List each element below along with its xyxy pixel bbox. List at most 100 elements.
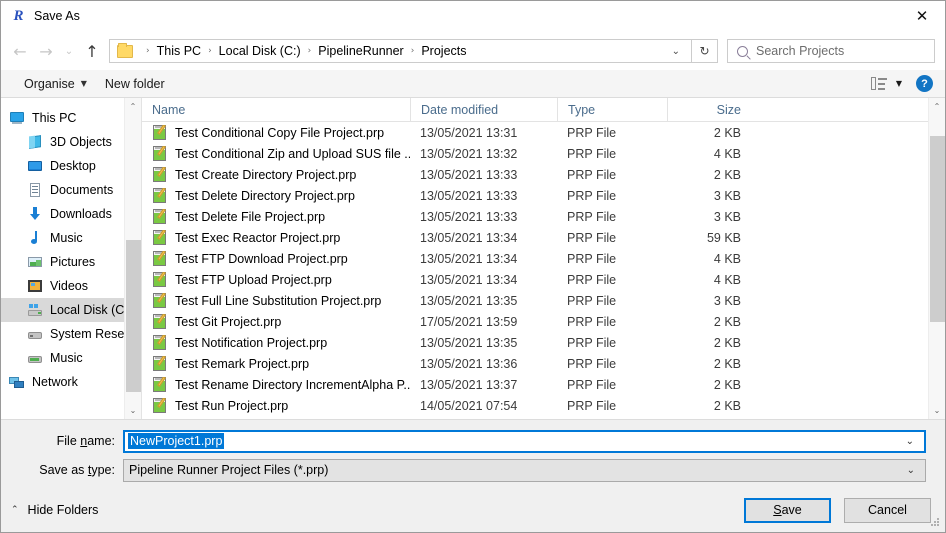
hide-folders-button[interactable]: ⌃ Hide Folders xyxy=(11,503,98,517)
sidebar-scrollbar-thumb[interactable] xyxy=(126,240,141,392)
file-list-scrollbar-thumb[interactable] xyxy=(930,136,945,322)
scroll-up-icon[interactable]: ⌃ xyxy=(125,98,141,115)
forward-button[interactable]: → xyxy=(33,38,59,64)
file-size-cell: 4 KB xyxy=(713,272,741,287)
table-row[interactable]: Test Run Project.prp 14/05/2021 07:54 PRP … xyxy=(142,395,945,416)
table-row[interactable]: Test FTP Upload Project.prp 13/05/2021 13… xyxy=(142,269,945,290)
scroll-down-icon[interactable]: ⌄ xyxy=(125,402,141,419)
table-row[interactable]: Test Remark Project.prp 13/05/2021 13:36 P… xyxy=(142,353,945,374)
file-name-input[interactable]: NewProject1.prp ⌄ xyxy=(123,429,926,453)
table-row[interactable]: Test Exec Reactor Project.prp 13/05/2021 … xyxy=(142,227,945,248)
sidebar-scrollbar[interactable]: ⌃ ⌄ xyxy=(124,98,141,419)
up-button[interactable]: ↑ xyxy=(79,38,105,64)
file-name-row: File name: NewProject1.prp ⌄ xyxy=(1,429,945,453)
chevron-down-icon[interactable]: ⌄ xyxy=(897,465,925,476)
table-row[interactable]: Test Conditional Copy File Project.prp 13… xyxy=(142,122,945,143)
sidebar-item-documents[interactable]: Documents xyxy=(1,178,141,202)
chevron-down-icon[interactable]: ⌄ xyxy=(661,46,691,57)
prp-file-icon xyxy=(152,397,168,414)
sidebar-item-label: Documents xyxy=(50,183,114,197)
sidebar-item-system-reserved[interactable]: System Reserved xyxy=(1,322,141,346)
file-date-cell: 13/05/2021 13:34 xyxy=(420,251,518,266)
file-name-cell: Test Remark Project.prp xyxy=(142,355,410,372)
file-name-cell: Test Rename Directory IncrementAlpha P..… xyxy=(142,376,410,393)
new-folder-button[interactable]: New folder xyxy=(96,73,174,95)
close-icon[interactable]: ✕ xyxy=(899,1,945,31)
cancel-button[interactable]: Cancel xyxy=(844,497,931,523)
sidebar-item-videos[interactable]: Videos xyxy=(1,274,141,298)
navigation-bar: ← → ⌄ ↑ › This PC › Local Disk (C:) › Pi… xyxy=(1,32,945,70)
column-header-date-modified[interactable]: Date modified xyxy=(410,98,557,121)
hide-folders-label: Hide Folders xyxy=(27,503,99,517)
sidebar-item-downloads[interactable]: Downloads xyxy=(1,202,141,226)
file-name-text: Test Create Directory Project.prp xyxy=(175,167,357,182)
sidebar-item-music[interactable]: Music xyxy=(1,226,141,250)
sidebar-item-desktop[interactable]: Desktop xyxy=(1,154,141,178)
help-button[interactable]: ? xyxy=(916,75,933,92)
scroll-up-icon[interactable]: ⌃ xyxy=(929,98,945,115)
file-name-text: Test Conditional Zip and Upload SUS file… xyxy=(175,146,410,161)
search-box[interactable]: Search Projects xyxy=(727,39,935,63)
sidebar-item-network[interactable]: Network xyxy=(1,370,141,394)
file-date-cell: 13/05/2021 13:31 xyxy=(420,125,518,140)
breadcrumb-item-this-pc[interactable]: This PC xyxy=(157,44,201,58)
save-as-type-select[interactable]: Pipeline Runner Project Files (*.prp) ⌄ xyxy=(123,458,926,482)
file-name-value[interactable]: NewProject1.prp xyxy=(128,433,225,449)
view-options-icon[interactable] xyxy=(870,77,887,90)
column-header-name[interactable]: Name ⌃ xyxy=(142,98,410,121)
table-row[interactable]: Test Create Directory Project.prp 13/05/2… xyxy=(142,164,945,185)
file-type-cell: PRP File xyxy=(567,293,617,308)
sidebar-item-label: Local Disk (C:) xyxy=(50,303,132,317)
breadcrumb[interactable]: › This PC › Local Disk (C:) › PipelineRu… xyxy=(109,39,692,63)
breadcrumb-item-local-disk[interactable]: Local Disk (C:) xyxy=(219,44,301,58)
save-form: File name: NewProject1.prp ⌄ Save as typ… xyxy=(1,420,945,488)
search-icon xyxy=(737,45,748,57)
sidebar-item-label: 3D Objects xyxy=(50,135,112,149)
scroll-down-icon[interactable]: ⌄ xyxy=(929,402,945,419)
search-input[interactable]: Search Projects xyxy=(756,44,844,58)
file-size-cell: 2 KB xyxy=(713,314,741,329)
file-name-text: Test Git Project.prp xyxy=(175,314,282,329)
browser-body: This PC 3D Objects Desktop Documents Downloa… xyxy=(1,98,945,420)
file-name-text: Test Rename Directory IncrementAlpha P..… xyxy=(175,377,410,392)
table-row[interactable]: Test Rename Directory IncrementAlpha P..… xyxy=(142,374,945,395)
recent-locations-button[interactable]: ⌄ xyxy=(59,38,79,64)
table-row[interactable]: Test Notification Project.prp 13/05/2021 … xyxy=(142,332,945,353)
file-name-cell: Test FTP Upload Project.prp xyxy=(142,271,410,288)
table-row[interactable]: Test Delete Directory Project.prp 13/05/2… xyxy=(142,185,945,206)
dialog-footer: ⌃ Hide Folders Save Cancel xyxy=(1,488,945,532)
prp-file-icon xyxy=(152,334,168,351)
table-row[interactable]: Test Git Project.prp 17/05/2021 13:59 PRP … xyxy=(142,311,945,332)
file-size-cell: 59 KB xyxy=(706,230,741,245)
file-date-cell: 13/05/2021 13:33 xyxy=(420,167,518,182)
file-name-text: Test Delete File Project.prp xyxy=(175,209,326,224)
sidebar-item-music[interactable]: Music xyxy=(1,346,141,370)
table-row[interactable]: Test FTP Download Project.prp 13/05/2021 … xyxy=(142,248,945,269)
table-row[interactable]: Test Delete File Project.prp 13/05/2021 1… xyxy=(142,206,945,227)
chevron-down-icon[interactable]: ▼ xyxy=(896,79,902,88)
resize-grip[interactable] xyxy=(931,518,942,529)
column-header-size[interactable]: Size xyxy=(667,98,751,121)
sidebar-item-pictures[interactable]: Pictures xyxy=(1,250,141,274)
file-type-cell: PRP File xyxy=(567,356,617,371)
sidebar-item-this-pc[interactable]: This PC xyxy=(1,106,141,130)
refresh-icon[interactable]: ↻ xyxy=(692,39,718,63)
file-list-scrollbar[interactable]: ⌃ ⌄ xyxy=(928,98,945,419)
table-row[interactable]: Test Conditional Zip and Upload SUS file… xyxy=(142,143,945,164)
file-name-text: Test Remark Project.prp xyxy=(175,356,310,371)
sidebar-item-label: This PC xyxy=(32,111,77,125)
breadcrumb-item-projects[interactable]: Projects xyxy=(421,44,466,58)
sidebar-item-3d-objects[interactable]: 3D Objects xyxy=(1,130,141,154)
back-button[interactable]: ← xyxy=(7,38,33,64)
breadcrumb-item-pipelinerunner[interactable]: PipelineRunner xyxy=(318,44,403,58)
sidebar-item-local-disk-c[interactable]: Local Disk (C:) xyxy=(1,298,141,322)
sidebar-item-label: Videos xyxy=(50,279,88,293)
file-name-label-post: ame: xyxy=(87,434,115,448)
file-type-cell: PRP File xyxy=(567,209,617,224)
column-header-type[interactable]: Type xyxy=(557,98,667,121)
table-row[interactable]: Test Full Line Substitution Project.prp 1… xyxy=(142,290,945,311)
save-button[interactable]: Save xyxy=(744,497,831,523)
organise-button[interactable]: Organise ▼ xyxy=(15,73,96,95)
chevron-down-icon[interactable]: ⌄ xyxy=(896,436,924,447)
pictures-icon xyxy=(27,254,43,270)
